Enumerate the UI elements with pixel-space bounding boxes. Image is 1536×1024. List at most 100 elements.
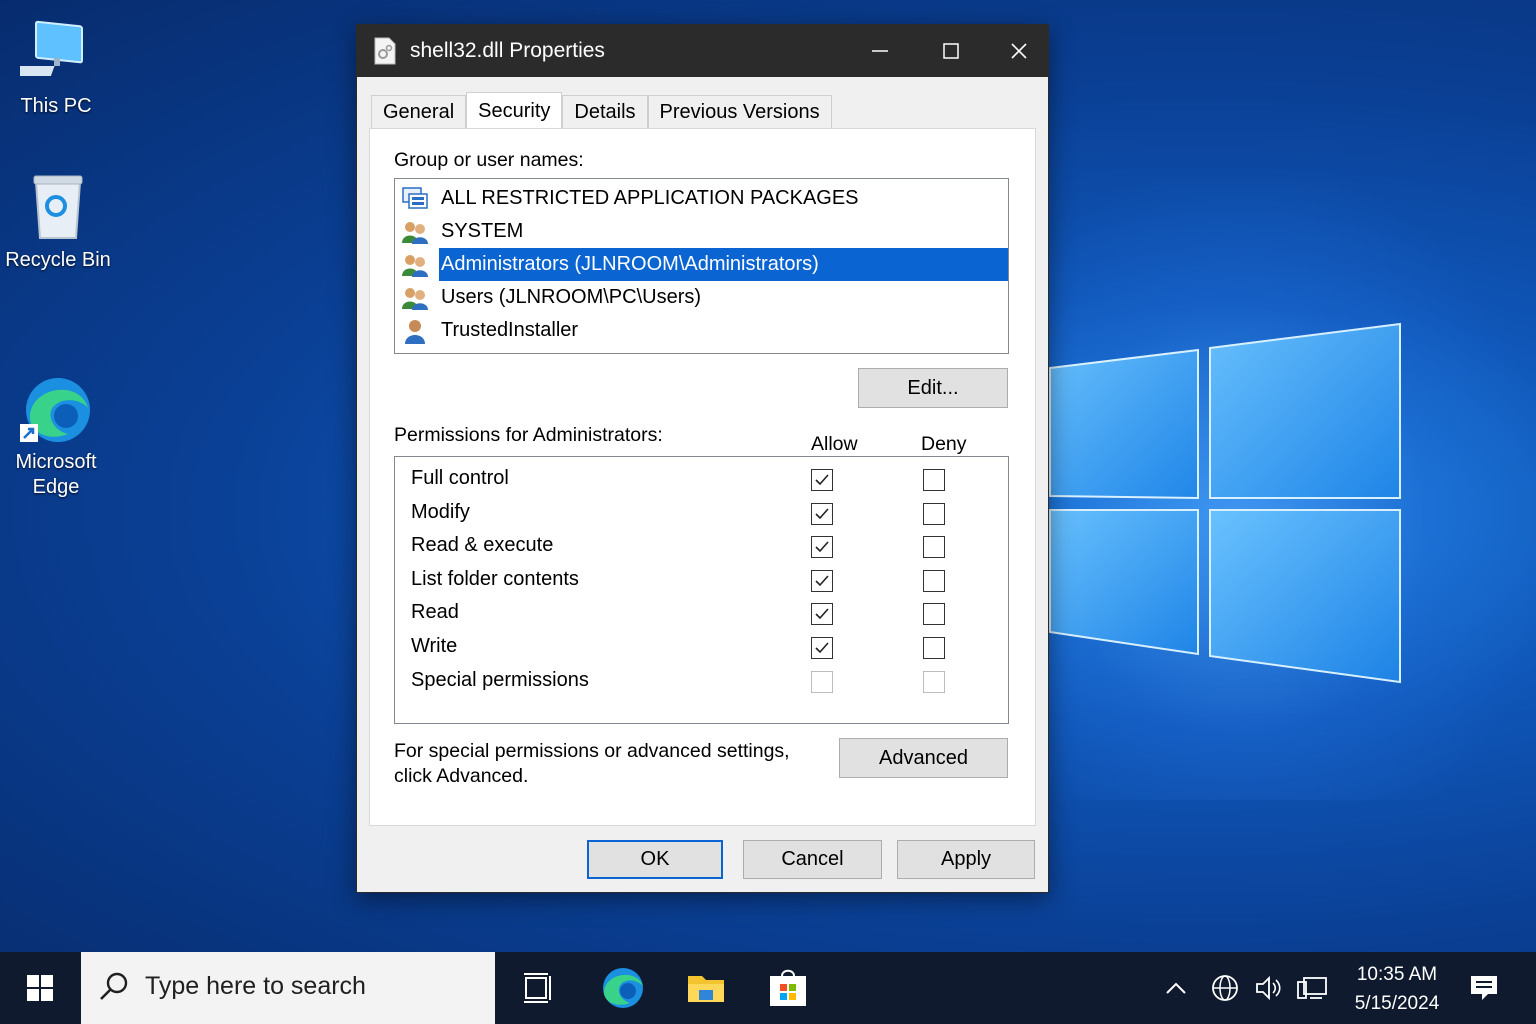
clock-time: 10:35 AM	[1356, 964, 1438, 985]
tab-strip: General Security Details Previous Versio…	[371, 92, 832, 130]
user-name: Administrators (JLNROOM\Administrators)	[439, 248, 1008, 281]
permission-row: Write	[395, 631, 1008, 665]
users-group-icon	[402, 254, 428, 277]
tab-details[interactable]: Details	[562, 95, 648, 129]
allow-checkbox[interactable]	[811, 569, 833, 592]
deny-column-header: Deny	[921, 433, 967, 455]
apply-button[interactable]: Apply	[897, 840, 1035, 879]
permission-name: Full control	[411, 467, 509, 489]
network-icon[interactable]	[1296, 972, 1330, 1004]
user-list-item[interactable]: Users (JLNROOM\PC\Users)	[395, 281, 1008, 314]
deny-checkbox[interactable]	[923, 502, 945, 525]
globe-icon[interactable]	[1210, 972, 1240, 1004]
permission-row: List folder contents	[395, 564, 1008, 598]
properties-dialog: shell32.dll Properties General Security …	[356, 24, 1049, 893]
start-button[interactable]	[0, 952, 80, 1024]
taskbar-edge-button[interactable]	[599, 964, 647, 1012]
deny-checkbox[interactable]	[923, 569, 945, 592]
taskbar-file-explorer-button[interactable]	[682, 964, 730, 1012]
taskbar: Type here to search 10:35 AM 5/15/2024	[0, 952, 1536, 1024]
task-view-icon	[524, 973, 551, 1003]
package-group-icon	[402, 186, 428, 209]
tab-general[interactable]: General	[371, 95, 467, 129]
advanced-hint-line: For special permissions or advanced sett…	[394, 740, 790, 762]
permission-name: Modify	[411, 500, 470, 523]
allow-checkbox[interactable]	[811, 637, 833, 659]
tab-security[interactable]: Security	[466, 92, 563, 130]
close-button[interactable]	[985, 25, 1053, 77]
ok-button[interactable]: OK	[587, 840, 723, 879]
dll-file-icon	[374, 37, 396, 65]
minimize-icon	[872, 50, 888, 52]
taskbar-store-button[interactable]	[764, 964, 812, 1012]
cancel-button[interactable]: Cancel	[743, 840, 882, 879]
taskbar-clock[interactable]: 10:35 AM 5/15/2024	[1338, 960, 1456, 1018]
permissions-label: Permissions for Administrators:	[394, 424, 663, 446]
window-title: shell32.dll Properties	[410, 39, 605, 62]
recycle-bin-icon	[22, 172, 94, 244]
search-placeholder: Type here to search	[145, 972, 366, 1000]
permission-name: Special permissions	[411, 668, 589, 691]
store-icon	[770, 969, 806, 1006]
desktop-icon-label: This PC	[20, 95, 92, 117]
permissions-list: Full control Modify Read & execute List fol…	[394, 456, 1009, 724]
desktop-icon-label: Recycle Bin	[5, 249, 111, 271]
task-view-button[interactable]	[514, 964, 562, 1012]
users-group-icon	[402, 287, 428, 310]
desktop-icon-recycle-bin[interactable]: Recycle Bin	[0, 172, 118, 273]
taskbar-search-box[interactable]: Type here to search	[81, 952, 495, 1024]
allow-checkbox[interactable]	[811, 502, 833, 525]
users-group-icon	[402, 221, 428, 244]
advanced-hint-line: click Advanced.	[394, 765, 529, 787]
deny-checkbox[interactable]	[923, 469, 945, 491]
allow-checkbox[interactable]	[811, 536, 833, 559]
allow-checkbox[interactable]	[811, 603, 833, 626]
maximize-icon	[943, 43, 959, 59]
folder-icon	[688, 976, 724, 1002]
allow-checkbox	[811, 670, 833, 693]
user-list-item[interactable]: SYSTEM	[395, 215, 1008, 248]
maximize-button[interactable]	[917, 25, 985, 77]
notification-icon[interactable]	[1468, 972, 1500, 1004]
computer-icon	[6, 18, 92, 90]
user-icon	[405, 319, 425, 344]
user-list-item[interactable]: TrustedInstaller	[395, 314, 1008, 347]
edit-button[interactable]: Edit...	[858, 368, 1008, 408]
advanced-button[interactable]: Advanced	[839, 738, 1008, 778]
windows-logo-wallpaper	[1049, 322, 1401, 684]
chevron-up-icon[interactable]	[1164, 972, 1188, 1004]
edge-icon	[603, 968, 643, 1008]
permission-name: List folder contents	[411, 567, 579, 590]
deny-checkbox[interactable]	[923, 536, 945, 559]
deny-checkbox[interactable]	[923, 637, 945, 659]
user-name: ALL RESTRICTED APPLICATION PACKAGES	[441, 187, 859, 209]
clock-date: 5/15/2024	[1354, 993, 1440, 1014]
deny-checkbox[interactable]	[923, 603, 945, 626]
minimize-button[interactable]	[846, 25, 914, 77]
permission-row: Read	[395, 597, 1008, 631]
permission-row: Modify	[395, 497, 1008, 531]
windows-start-icon	[27, 975, 53, 1001]
permission-row: Special permissions	[395, 665, 1008, 699]
user-name: Users (JLNROOM\PC\Users)	[441, 286, 702, 308]
permission-row: Read & execute	[395, 530, 1008, 564]
allow-checkbox[interactable]	[811, 469, 833, 491]
tab-previous-versions[interactable]: Previous Versions	[647, 95, 832, 129]
advanced-hint: For special permissions or advanced sett…	[394, 739, 790, 789]
edge-icon	[20, 349, 92, 442]
title-bar[interactable]: shell32.dll Properties	[357, 25, 1048, 77]
desktop-icon-this-pc[interactable]: This PC	[0, 18, 116, 119]
group-names-label: Group or user names:	[394, 149, 584, 171]
user-list[interactable]: ALL RESTRICTED APPLICATION PACKAGES SYST…	[394, 178, 1009, 354]
desktop-icon-label: Microsoft Edge	[15, 451, 97, 498]
security-tab-panel: Group or user names: ALL RESTRICTED APPL…	[369, 128, 1036, 826]
permission-name: Read	[411, 601, 459, 624]
user-list-item[interactable]: ALL RESTRICTED APPLICATION PACKAGES	[395, 182, 1008, 215]
permission-name: Read & execute	[411, 534, 554, 557]
user-name: TrustedInstaller	[441, 319, 579, 341]
speaker-icon[interactable]	[1254, 972, 1284, 1004]
deny-checkbox	[923, 670, 945, 693]
desktop-icon-microsoft-edge[interactable]: Microsoft Edge	[0, 324, 116, 525]
allow-column-header: Allow	[811, 433, 858, 455]
user-list-item-selected[interactable]: Administrators (JLNROOM\Administrators)	[395, 248, 1008, 281]
